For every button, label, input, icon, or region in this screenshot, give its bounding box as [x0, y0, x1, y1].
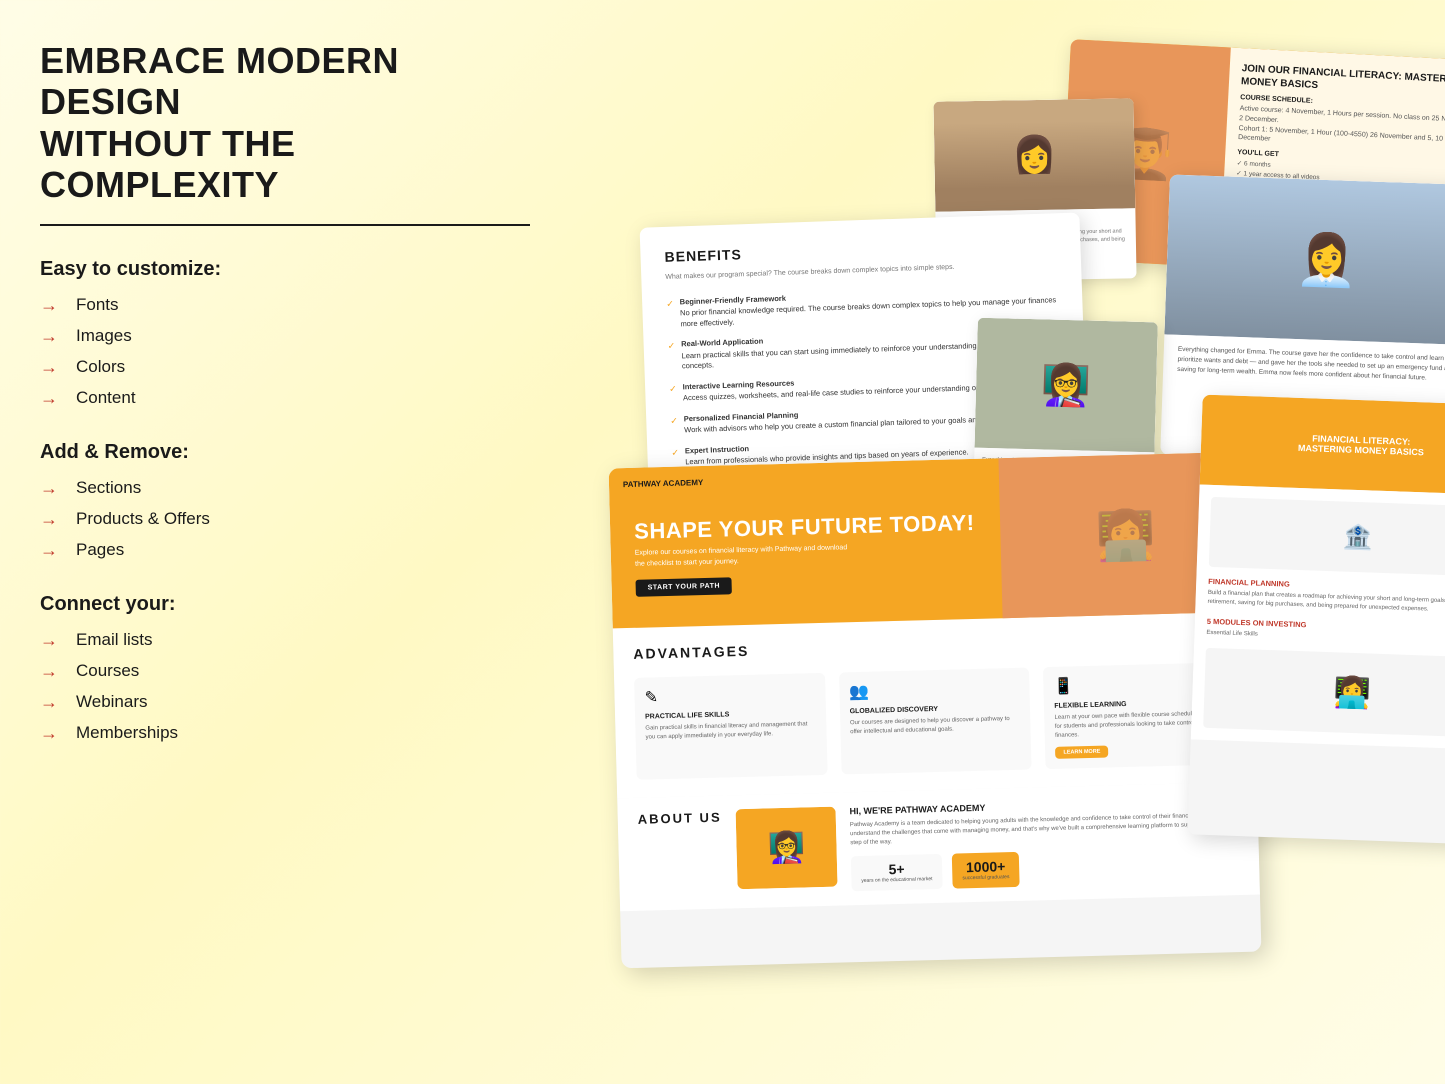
hero-subtitle: Explore our courses on financial literac… — [635, 543, 855, 570]
about-stats: 5+ years on the educational market 1000+… — [851, 846, 1240, 891]
easy-customize-title: Easy to customize: — [40, 258, 460, 281]
arrow-icon-sections: → — [40, 478, 62, 499]
benefit-check-icon-3: ✓ — [669, 383, 677, 394]
list-item-pages: → Pages — [40, 540, 460, 561]
right-panel: 👨‍🎓 JOIN OUR FINANCIAL LITERACY: MASTERI… — [605, 20, 1445, 1080]
about-image: 👩‍🏫 — [735, 807, 837, 890]
arrow-icon-products: → — [40, 509, 62, 530]
testimonial-text: Everything changed for Emma. The course … — [1177, 345, 1445, 384]
arrow-icon-images: → — [40, 326, 62, 347]
adv-title-1: PRACTICAL LIFE SKILLS — [645, 709, 816, 720]
list-item-products-offers: → Products & Offers — [40, 509, 460, 530]
hero-section: PATHWAY ACADEMY SHAPE YOUR FUTURE TODAY!… — [609, 452, 1253, 629]
person-photo-area: 👩‍💼 — [1164, 175, 1445, 346]
adv-icon-1: ✎ — [644, 683, 815, 707]
course-schedule-details: Active course: 4 November, 1 Hours per s… — [1238, 104, 1445, 155]
stat-years-label: years on the educational market — [861, 876, 932, 884]
arrow-icon-pages: → — [40, 540, 62, 561]
right-large-card: FINANCIAL LITERACY: MASTERING MONEY BASI… — [1187, 395, 1445, 846]
about-content: HI, WE'RE PATHWAY ACADEMY Pathway Academ… — [849, 796, 1239, 891]
stat-box-years: 5+ years on the educational market — [851, 854, 943, 891]
arrow-icon-email: → — [40, 630, 62, 651]
stat-graduates-number: 1000+ — [962, 858, 1009, 875]
arrow-icon-webinars: → — [40, 692, 62, 713]
list-item-webinars: → Webinars — [40, 692, 460, 713]
list-item-sections: → Sections — [40, 478, 460, 499]
hero-text-group: SHAPE YOUR FUTURE TODAY! Explore our cou… — [633, 490, 976, 597]
adv-text-1: Gain practical skills in financial liter… — [645, 720, 816, 742]
add-remove-section: Add & Remove: → Sections → Products & Of… — [40, 441, 460, 561]
card2-photo: 👩‍🏫 — [975, 318, 1158, 453]
list-item-colors: → Colors — [40, 357, 460, 378]
hero-title: SHAPE YOUR FUTURE TODAY! — [634, 510, 975, 545]
arrow-icon-memberships: → — [40, 723, 62, 744]
add-remove-title: Add & Remove: — [40, 441, 460, 464]
list-item-images: → Images — [40, 326, 460, 347]
advantages-section: ADVANTAGES ✎ PRACTICAL LIFE SKILLS Gain … — [613, 612, 1257, 799]
rl-title: FINANCIAL LITERACY: MASTERING MONEY BASI… — [1290, 425, 1433, 466]
about-text: Pathway Academy is a team dedicated to h… — [850, 811, 1239, 848]
course-card-title: JOIN OUR FINANCIAL LITERACY: MASTERING M… — [1241, 62, 1445, 100]
rl-icon-area: 🏦 — [1209, 497, 1445, 577]
rl-bottom-image: 👩‍💻 — [1203, 648, 1445, 738]
rl-section1-text: Build a financial plan that creates a ro… — [1207, 589, 1445, 617]
hero-cta-button[interactable]: START YOUR PATH — [635, 577, 732, 597]
stat-graduates-label: successful graduates — [962, 874, 1009, 882]
adv-title-2: GLOBALIZED DISCOVERY — [850, 704, 1021, 715]
advantage-card-1: ✎ PRACTICAL LIFE SKILLS Gain practical s… — [634, 673, 827, 780]
list-item-fonts: → Fonts — [40, 295, 460, 316]
main-landing-card: PATHWAY ACADEMY SHAPE YOUR FUTURE TODAY!… — [609, 452, 1262, 969]
list-item-content: → Content — [40, 388, 460, 409]
easy-customize-section: Easy to customize: → Fonts → Images → Co… — [40, 258, 460, 409]
benefit-check-icon-5: ✓ — [671, 447, 679, 458]
advantages-grid: ✎ PRACTICAL LIFE SKILLS Gain practical s… — [634, 662, 1236, 780]
stat-years-number: 5+ — [861, 860, 933, 878]
about-label: ABOUT US — [638, 810, 722, 827]
hero-logo: PATHWAY ACADEMY — [623, 478, 704, 489]
connect-section: Connect your: → Email lists → Courses → … — [40, 593, 460, 744]
arrow-icon-fonts: → — [40, 295, 62, 316]
adv-text-2: Our courses are designed to help you dis… — [850, 715, 1021, 737]
arrow-icon-content: → — [40, 388, 62, 409]
list-item-email: → Email lists — [40, 630, 460, 651]
advantages-title: ADVANTAGES — [633, 630, 1233, 662]
about-section: ABOUT US 👩‍🏫 HI, WE'RE PATHWAY ACADEMY P… — [617, 782, 1260, 911]
list-item-memberships: → Memberships — [40, 723, 460, 744]
main-headline: EMBRACE MODERN DESIGN WITHOUT THE COMPLE… — [40, 40, 460, 206]
stat-box-graduates: 1000+ successful graduates — [952, 852, 1020, 888]
connect-title: Connect your: — [40, 593, 460, 616]
benefit-check-icon-4: ✓ — [670, 415, 678, 426]
rl-content: 🏦 FINANCIAL PLANNING Build a financial p… — [1191, 484, 1445, 750]
list-item-courses: → Courses — [40, 661, 460, 682]
arrow-icon-courses: → — [40, 661, 62, 682]
left-panel: EMBRACE MODERN DESIGN WITHOUT THE COMPLE… — [40, 40, 460, 776]
benefit-text-4: Personalized Financial Planning Work wit… — [684, 402, 1010, 435]
testimonial-text-area: Everything changed for Emma. The course … — [1163, 334, 1445, 394]
arrow-icon-colors: → — [40, 357, 62, 378]
benefit-check-icon-2: ✓ — [668, 341, 676, 352]
rl-yellow-header: FINANCIAL LITERACY: MASTERING MONEY BASI… — [1200, 395, 1445, 496]
learn-more-button[interactable]: LEARN MORE — [1055, 745, 1108, 758]
adv-icon-2: 👥 — [849, 678, 1020, 702]
headline-divider — [40, 224, 530, 226]
advantage-card-2: 👥 GLOBALIZED DISCOVERY Our courses are d… — [839, 668, 1032, 775]
small-card-photo: 👩 — [933, 98, 1135, 211]
benefit-check-icon-1: ✓ — [666, 298, 674, 309]
